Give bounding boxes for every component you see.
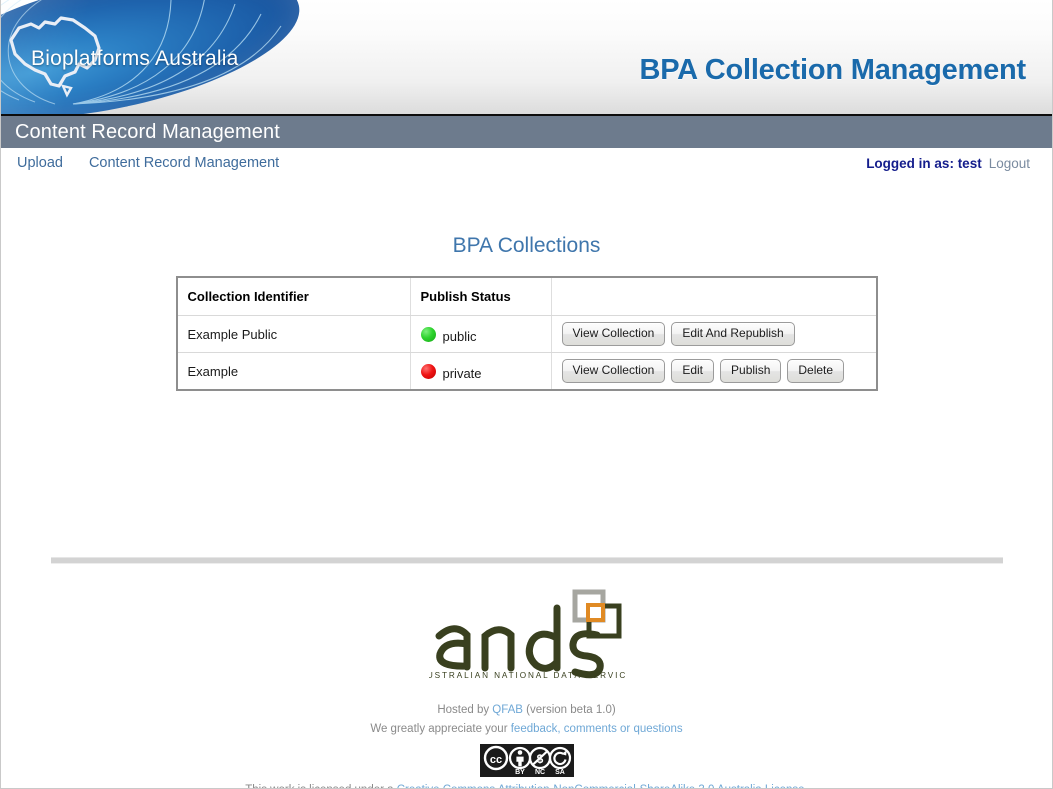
table-row: Example Public public View Collection Ed… — [177, 316, 877, 353]
status-label: public — [443, 329, 477, 344]
cell-actions: View Collection Edit And Republish — [551, 316, 877, 353]
logo-wordmark: Bioplatforms Australia — [31, 47, 239, 71]
publish-button[interactable]: Publish — [720, 359, 781, 383]
feedback-line: We greatly appreciate your feedback, com… — [1, 720, 1052, 739]
app-title: BPA Collection Management — [639, 54, 1026, 87]
view-collection-button[interactable]: View Collection — [562, 322, 666, 346]
cc-label-nc: NC — [534, 769, 544, 776]
red-status-dot — [421, 364, 436, 379]
edit-and-republish-button[interactable]: Edit And Republish — [671, 322, 794, 346]
hosted-by-prefix: Hosted by — [437, 704, 492, 716]
section-bar: Content Record Management — [1, 116, 1052, 148]
session-info: Logged in as: test Logout — [866, 156, 1030, 171]
cc-label-sa: SA — [555, 769, 565, 776]
hosted-by-version: (version beta 1.0) — [523, 704, 616, 716]
hosted-by-line: Hosted by QFAB (version beta 1.0) — [1, 701, 1052, 720]
qfab-link[interactable]: QFAB — [492, 704, 523, 716]
logged-in-label: Logged in as: test — [866, 156, 982, 171]
status-badge: public — [421, 327, 541, 342]
nav-link-upload[interactable]: Upload — [17, 155, 63, 171]
cc-label-by: BY — [515, 769, 525, 776]
nav-bar: Upload Content Record Management Logged … — [1, 148, 1052, 178]
row-action-group: View Collection Edit And Republish — [562, 322, 866, 346]
feedback-link[interactable]: feedback, comments or questions — [511, 723, 683, 735]
nav-links: Upload Content Record Management — [17, 155, 279, 171]
table-body: Example Public public View Collection Ed… — [177, 316, 877, 391]
license-prefix: This work is licensed under a — [245, 784, 396, 789]
collections-table-wrap: Collection Identifier Publish Status Exa… — [176, 276, 878, 391]
collections-table: Collection Identifier Publish Status Exa… — [176, 276, 878, 391]
delete-button[interactable]: Delete — [787, 359, 844, 383]
footer: AUSTRALIAN NATIONAL DATA SERVICE Hosted … — [1, 557, 1052, 789]
svg-text:cc: cc — [489, 754, 501, 766]
ands-logo-icon: AUSTRALIAN NATIONAL DATA SERVICE — [429, 586, 625, 681]
status-badge: private — [421, 364, 541, 379]
column-header-publish-status: Publish Status — [410, 277, 551, 316]
license-line: This work is licensed under a Creative C… — [1, 781, 1052, 789]
creative-commons-by-nc-sa-badge-icon[interactable]: cc $ BY NC SA — [480, 744, 574, 777]
column-header-collection-identifier: Collection Identifier — [177, 277, 411, 316]
table-header-row: Collection Identifier Publish Status — [177, 277, 877, 316]
cell-actions: View Collection Edit Publish Delete — [551, 353, 877, 391]
column-header-actions — [551, 277, 877, 316]
row-action-group: View Collection Edit Publish Delete — [562, 359, 866, 383]
edit-button[interactable]: Edit — [671, 359, 714, 383]
page-title: BPA Collections — [1, 234, 1052, 258]
cell-collection-identifier: Example — [177, 353, 411, 391]
cell-publish-status: public — [410, 316, 551, 353]
main-content: BPA Collections Collection Identifier Pu… — [1, 178, 1052, 523]
cell-publish-status: private — [410, 353, 551, 391]
logout-link[interactable]: Logout — [989, 156, 1030, 171]
ands-logo: AUSTRALIAN NATIONAL DATA SERVICE — [1, 586, 1052, 681]
status-label: private — [443, 366, 482, 381]
green-status-dot — [421, 327, 436, 342]
view-collection-button[interactable]: View Collection — [562, 359, 666, 383]
page-frame: Bioplatforms Australia BPA Collection Ma… — [0, 0, 1053, 789]
license-link[interactable]: Creative Commons Attribution-NonCommerci… — [397, 784, 805, 789]
site-header: Bioplatforms Australia BPA Collection Ma… — [1, 0, 1052, 116]
feedback-prefix: We greatly appreciate your — [370, 723, 510, 735]
section-bar-title: Content Record Management — [15, 121, 280, 144]
cc-badge-wrap: cc $ BY NC SA — [1, 744, 1052, 777]
ands-tagline: AUSTRALIAN NATIONAL DATA SERVICE — [429, 671, 625, 680]
footer-text-block: Hosted by QFAB (version beta 1.0) We gre… — [1, 701, 1052, 789]
nav-link-content-record-management[interactable]: Content Record Management — [89, 155, 279, 171]
cell-collection-identifier: Example Public — [177, 316, 411, 353]
footer-divider — [51, 557, 1003, 564]
bioplatforms-australia-logo: Bioplatforms Australia — [1, 0, 303, 116]
table-head: Collection Identifier Publish Status — [177, 277, 877, 316]
table-row: Example private View Collection Edit — [177, 353, 877, 391]
license-suffix: . — [805, 784, 808, 789]
